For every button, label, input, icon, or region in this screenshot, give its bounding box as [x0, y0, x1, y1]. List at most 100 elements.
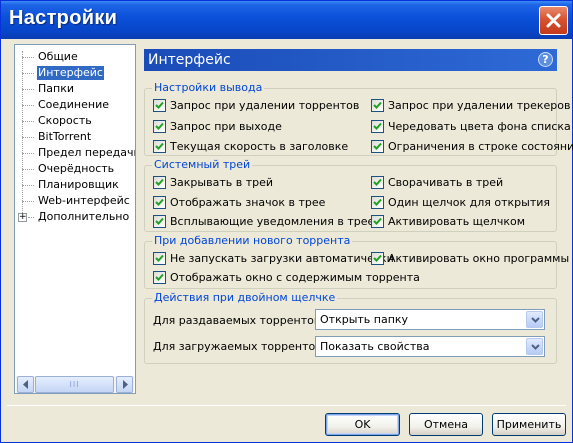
- checkbox-box[interactable]: [153, 140, 166, 153]
- checkbox-box[interactable]: [371, 176, 384, 189]
- checkmark-icon: [155, 273, 164, 281]
- checkbox-label: Отображать значок в трее: [170, 196, 326, 209]
- sidebar-item[interactable]: Общие: [15, 50, 135, 64]
- close-icon: [546, 13, 561, 28]
- checkbox-box[interactable]: [153, 215, 166, 228]
- cancel-button[interactable]: Отмена: [409, 413, 483, 436]
- apply-button[interactable]: Применить: [492, 413, 566, 436]
- panel-title: Интерфейс: [148, 52, 231, 68]
- settings-tree[interactable]: Общие Интерфейс Папки Соединение Скорость Bit…: [14, 44, 136, 394]
- sidebar-item-label: Общие: [38, 50, 78, 63]
- checkbox-box[interactable]: [153, 196, 166, 209]
- sidebar-item-label: Интерфейс: [37, 66, 104, 80]
- tree-connector: [28, 217, 34, 218]
- sidebar-item-label: Web-интерфейс: [38, 194, 130, 207]
- sidebar-item[interactable]: Предел передачи: [15, 146, 135, 160]
- seeding-action-label: Для раздаваемых торрентов:: [153, 314, 325, 327]
- sidebar-item[interactable]: Соединение: [15, 98, 135, 112]
- checkbox-label: Всплывающие уведомления в трее: [170, 215, 375, 228]
- tree-connector: [22, 185, 34, 186]
- checkbox-label: Текущая скорость в заголовке: [170, 140, 349, 153]
- tree-connector: [22, 57, 34, 58]
- checkbox-label: Отображать окно с содержимым торрента: [170, 271, 420, 284]
- group-title: Системный трей: [152, 158, 253, 171]
- seeding-action-select[interactable]: Открыть папку: [315, 309, 545, 330]
- checkbox-box[interactable]: [153, 176, 166, 189]
- ok-button[interactable]: OK: [325, 413, 400, 436]
- sidebar-item-label: Папки: [38, 82, 74, 95]
- sidebar-item[interactable]: Папки: [15, 82, 135, 96]
- tree-connector: [22, 121, 34, 122]
- checkmark-icon: [373, 254, 382, 262]
- checkbox-label: Активировать щелчком: [388, 215, 526, 228]
- settings-window: Настройки Общие Интерфейс Папки Соединение С…: [0, 0, 573, 443]
- checkmark-icon: [155, 142, 164, 150]
- checkmark-icon: [373, 101, 382, 109]
- checkbox-label: Запрос при удалении трекеров: [388, 99, 571, 112]
- horizontal-scrollbar[interactable]: III: [16, 376, 134, 393]
- checkmark-icon: [373, 198, 382, 206]
- sidebar-item-label: Скорость: [38, 114, 92, 127]
- checkbox-label: Закрывать в трей: [170, 176, 274, 189]
- arrow-left-icon: [23, 380, 28, 389]
- sidebar-item[interactable]: BitTorrent: [15, 130, 135, 144]
- checkmark-icon: [373, 217, 382, 225]
- checkmark-icon: [155, 101, 164, 109]
- downloading-action-select[interactable]: Показать свойства: [315, 336, 545, 357]
- checkbox-label: Активировать окно программы: [388, 252, 570, 265]
- expand-icon[interactable]: +: [18, 213, 27, 222]
- tree-connector: [22, 105, 34, 106]
- sidebar-item-label: Дополнительно: [38, 210, 130, 223]
- checkbox-box[interactable]: [153, 120, 166, 133]
- checkmark-icon: [155, 198, 164, 206]
- group-title: При добавлении нового торрента: [152, 234, 353, 247]
- checkbox-label: Один щелчок для открытия: [388, 196, 551, 209]
- panel-header: Интерфейс ?: [144, 49, 557, 71]
- checkmark-icon: [373, 142, 382, 150]
- sidebar-item[interactable]: Скорость: [15, 114, 135, 128]
- sidebar-item[interactable]: Планировщик: [15, 178, 135, 192]
- dropdown-button[interactable]: [526, 338, 543, 355]
- title-bar[interactable]: Настройки: [1, 1, 572, 39]
- sidebar-item[interactable]: + Дополнительно: [15, 210, 135, 224]
- checkmark-icon: [373, 122, 382, 130]
- checkmark-icon: [155, 122, 164, 130]
- sidebar-item-label: Планировщик: [38, 178, 119, 191]
- scroll-thumb[interactable]: III: [35, 376, 114, 393]
- footer-divider: [7, 405, 566, 406]
- scroll-right-button[interactable]: [116, 376, 133, 393]
- checkbox-label: Запрос при удалении торрентов: [170, 99, 360, 112]
- downloading-action-value: Показать свойства: [320, 340, 430, 353]
- checkbox-box[interactable]: [371, 196, 384, 209]
- checkbox-box[interactable]: [371, 140, 384, 153]
- help-icon[interactable]: ?: [538, 52, 553, 67]
- checkbox-box[interactable]: [371, 99, 384, 112]
- sidebar-item-label: Предел передачи: [38, 146, 136, 159]
- checkmark-icon: [373, 178, 382, 186]
- checkmark-icon: [155, 217, 164, 225]
- checkbox-label: Не запускать загрузки автоматически: [170, 252, 394, 265]
- tree-connector: [22, 137, 34, 138]
- sidebar-item-label: Очерёдность: [38, 162, 115, 175]
- sidebar-item[interactable]: Web-интерфейс: [15, 194, 135, 208]
- checkmark-icon: [155, 254, 164, 262]
- checkbox-box[interactable]: [371, 120, 384, 133]
- dropdown-button[interactable]: [526, 311, 543, 328]
- checkbox-label: Сворачивать в трей: [388, 176, 504, 189]
- checkbox-box[interactable]: [371, 215, 384, 228]
- checkbox-box[interactable]: [153, 252, 166, 265]
- checkbox-box[interactable]: [371, 252, 384, 265]
- checkbox-box[interactable]: [153, 271, 166, 284]
- checkbox-label: Чередовать цвета фона списка: [388, 120, 571, 133]
- checkmark-icon: [155, 178, 164, 186]
- sidebar-item[interactable]: Интерфейс: [15, 66, 135, 80]
- checkbox-box[interactable]: [153, 99, 166, 112]
- group-title: Действия при двойном щелчке: [152, 291, 338, 304]
- sidebar-item[interactable]: Очерёдность: [15, 162, 135, 176]
- checkbox-label: Ограничения в строке состояния: [388, 140, 573, 153]
- close-button[interactable]: [539, 6, 568, 35]
- scroll-left-button[interactable]: [17, 376, 34, 393]
- checkbox-label: Запрос при выходе: [170, 120, 282, 133]
- tree-connector: [22, 169, 34, 170]
- tree-connector: [22, 153, 34, 154]
